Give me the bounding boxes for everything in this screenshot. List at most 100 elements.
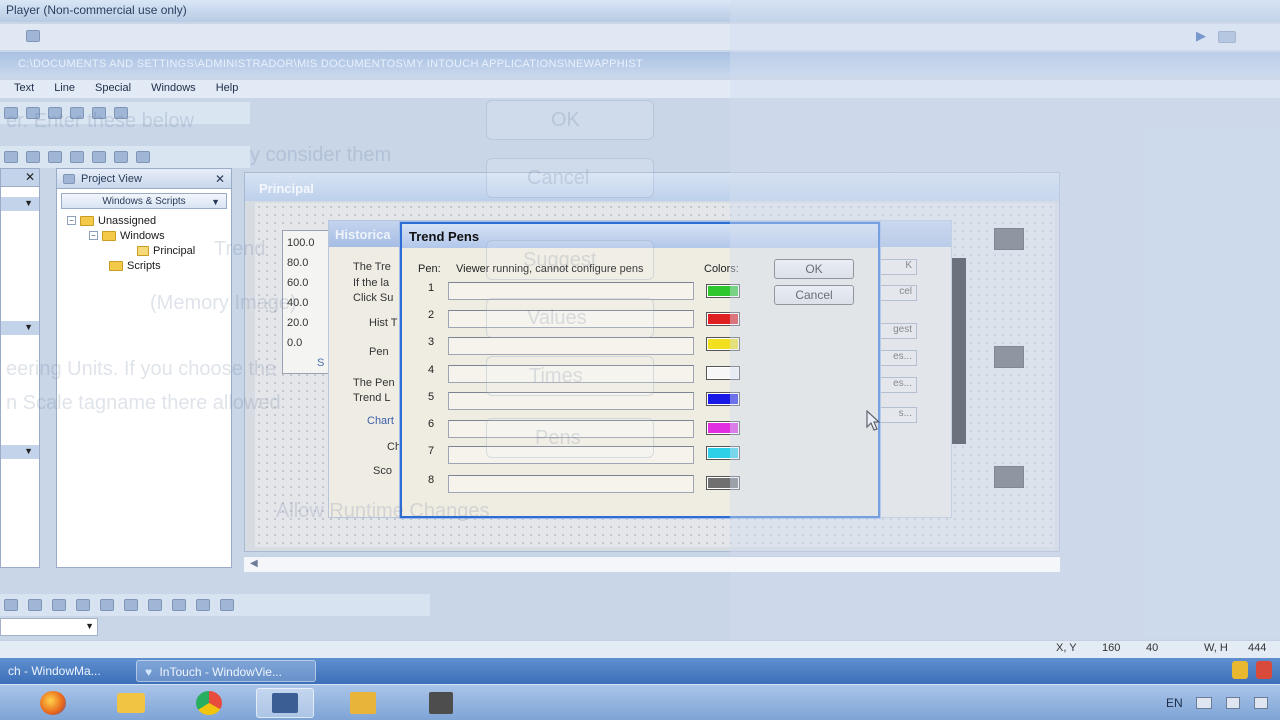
left-panel-dropdown[interactable]: ▼ — [1, 197, 39, 211]
window-icon[interactable] — [26, 30, 40, 42]
play-icon[interactable]: ▶ — [1196, 28, 1206, 44]
pen-3-color-swatch[interactable] — [706, 337, 740, 351]
left-panel-section-3[interactable]: ▼ — [1, 445, 39, 459]
firefox-icon[interactable] — [24, 688, 82, 718]
task-label: ch - WindowMa... — [8, 664, 101, 678]
scroll-left-icon[interactable]: ◀ — [250, 558, 258, 569]
tree-item-scripts[interactable]: Scripts — [57, 258, 231, 273]
pen-2-tagname-field[interactable] — [448, 310, 694, 328]
tool-icon[interactable] — [28, 599, 42, 611]
tool-icon[interactable] — [196, 599, 210, 611]
menu-windows[interactable]: Windows — [141, 82, 206, 96]
window-icon — [137, 245, 149, 256]
task-window-viewer[interactable]: ♥ InTouch - WindowVie... — [136, 660, 316, 682]
network-icon[interactable] — [1226, 697, 1240, 709]
window-viewer-app-icon[interactable] — [256, 688, 314, 718]
close-icon[interactable]: ✕ — [25, 170, 35, 184]
ok-button[interactable]: OK — [774, 259, 854, 279]
trend-control-button[interactable] — [994, 346, 1024, 368]
action-center-icon[interactable] — [1254, 697, 1268, 709]
paste-icon[interactable] — [48, 107, 62, 119]
tree-item-unassigned[interactable]: − Unassigned — [57, 213, 231, 228]
pen-1-color-swatch[interactable] — [706, 284, 740, 298]
pen-3-tagname-field[interactable] — [448, 337, 694, 355]
menu-help[interactable]: Help — [206, 82, 249, 96]
explorer-folder-icon[interactable] — [102, 688, 160, 718]
tool-icon[interactable] — [124, 599, 138, 611]
undo-icon[interactable] — [70, 107, 84, 119]
tool-icon[interactable] — [220, 599, 234, 611]
pen-6-color-swatch[interactable] — [706, 421, 740, 435]
pen-5-tagname-field[interactable] — [448, 392, 694, 410]
tool-icon[interactable] — [4, 599, 18, 611]
tree-item-principal[interactable]: Principal — [57, 243, 231, 258]
pen-4-tagname-field[interactable] — [448, 365, 694, 383]
copy-icon[interactable] — [26, 107, 40, 119]
menu-bar: Text Line Special Windows Help — [0, 80, 1280, 98]
pen-8-tagname-field[interactable] — [448, 475, 694, 493]
window-maker-app-icon[interactable] — [334, 688, 392, 718]
cancel-button[interactable]: Cancel — [774, 285, 854, 305]
pen-7-tagname-field[interactable] — [448, 446, 694, 464]
ghost-text: y consider them — [250, 144, 392, 166]
pens-status-text: Viewer running, cannot configure pens — [456, 263, 644, 275]
menu-text[interactable]: Text — [4, 82, 44, 96]
trend-pens-title-bar: Trend Pens — [402, 224, 878, 248]
pen-7-color-swatch[interactable] — [706, 446, 740, 460]
chevron-down-icon[interactable]: ▼ — [85, 621, 94, 631]
menu-line[interactable]: Line — [44, 82, 85, 96]
language-indicator[interactable]: EN — [1166, 696, 1183, 710]
pen-5-color-swatch[interactable] — [706, 392, 740, 406]
axis-tick: 0.0 — [287, 337, 303, 349]
tool-icon[interactable] — [76, 599, 90, 611]
chevron-down-icon: ▼ — [24, 322, 33, 332]
restore-icon[interactable] — [1218, 31, 1236, 43]
left-panel-section-2[interactable]: ▼ — [1, 321, 39, 335]
task-window-maker[interactable]: ch - WindowMa... — [0, 660, 126, 682]
hist-label: If the la — [353, 277, 390, 289]
trend-pens-title: Trend Pens — [409, 229, 480, 244]
axis-tick: 80.0 — [287, 257, 309, 269]
tree-item-windows[interactable]: − Windows — [57, 228, 231, 243]
zoom-combo[interactable]: ▼ — [0, 618, 98, 636]
print-icon[interactable] — [114, 107, 128, 119]
chrome-icon[interactable] — [180, 688, 238, 718]
pen-6-tagname-field[interactable] — [448, 420, 694, 438]
close-icon[interactable]: ✕ — [215, 172, 225, 186]
trend-control-button[interactable] — [994, 466, 1024, 488]
left-panel-header: ✕ — [1, 169, 39, 187]
windows-scripts-dropdown[interactable]: Windows & Scripts ▼ — [61, 193, 227, 209]
hist-label[interactable]: Chart — [367, 415, 394, 427]
intouch-icon: ♥ — [145, 665, 153, 679]
fill-icon[interactable] — [92, 151, 106, 163]
redo-icon[interactable] — [92, 107, 106, 119]
align-right-icon[interactable] — [48, 151, 62, 163]
collapse-icon[interactable]: − — [89, 231, 98, 240]
horizontal-scrollbar[interactable]: ◀ — [244, 556, 1060, 572]
grid-icon[interactable] — [136, 151, 150, 163]
align-center-icon[interactable] — [26, 151, 40, 163]
tool-icon[interactable] — [52, 599, 66, 611]
media-app-icon[interactable] — [412, 688, 470, 718]
menu-special[interactable]: Special — [85, 82, 141, 96]
align-left-icon[interactable] — [4, 151, 18, 163]
tool-icon[interactable] — [100, 599, 114, 611]
project-view-title: Project View — [81, 172, 142, 185]
project-view-header: Project View ✕ — [57, 169, 231, 189]
line-icon[interactable] — [70, 151, 84, 163]
cut-icon[interactable] — [4, 107, 18, 119]
pen-1-tagname-field[interactable] — [448, 282, 694, 300]
tool-icon[interactable] — [148, 599, 162, 611]
collapse-icon[interactable]: − — [67, 216, 76, 225]
task-buttons-row: ch - WindowMa... ♥ InTouch - WindowVie..… — [0, 658, 1280, 684]
security-alert-icon[interactable] — [1256, 661, 1272, 679]
keyboard-icon[interactable] — [1196, 697, 1212, 709]
principal-title-bar: Principal — [245, 173, 1059, 201]
text-color-icon[interactable] — [114, 151, 128, 163]
tool-icon[interactable] — [172, 599, 186, 611]
shield-icon[interactable] — [1232, 661, 1248, 679]
trend-control-button[interactable] — [994, 228, 1024, 250]
pen-2-color-swatch[interactable] — [706, 312, 740, 326]
pen-8-color-swatch[interactable] — [706, 476, 740, 490]
pen-4-color-swatch[interactable] — [706, 366, 740, 380]
